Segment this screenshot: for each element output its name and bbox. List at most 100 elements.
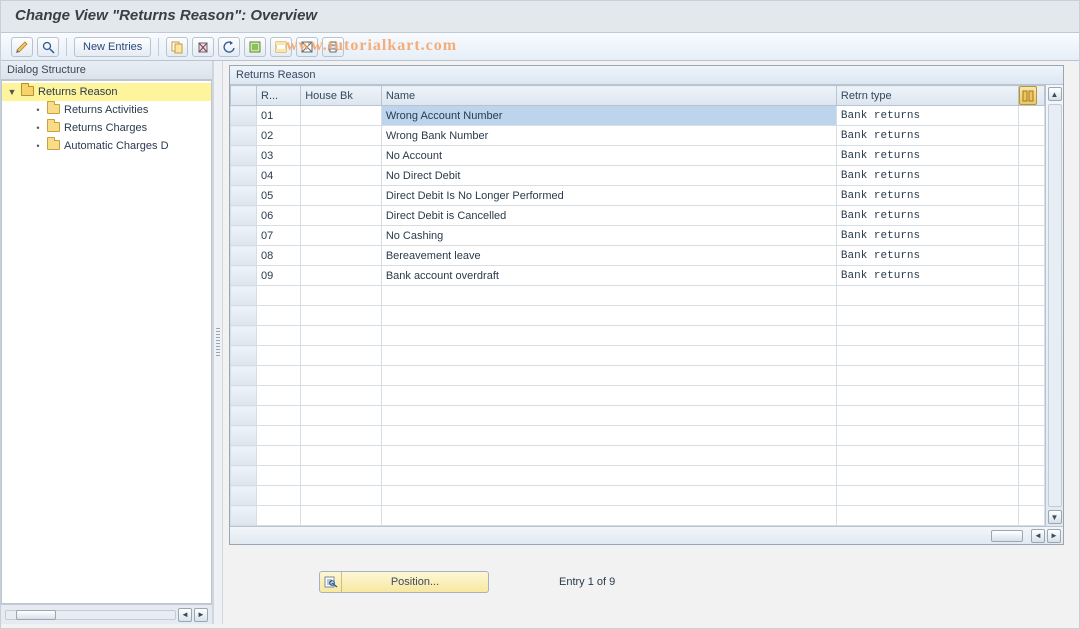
cell-retrn-type[interactable]: Bank returns	[836, 106, 1018, 126]
select-block-button[interactable]	[270, 37, 292, 57]
cell-house-bk[interactable]	[301, 406, 382, 426]
cell-r[interactable]: 08	[257, 246, 301, 266]
row-selector-cell[interactable]	[231, 506, 257, 526]
cell-name[interactable]: Bank account overdraft	[381, 266, 836, 286]
cell-house-bk[interactable]	[301, 146, 382, 166]
cell-r[interactable]: 05	[257, 186, 301, 206]
cell-name[interactable]: Direct Debit is Cancelled	[381, 206, 836, 226]
cell-name[interactable]	[381, 406, 836, 426]
col-r-header[interactable]: R...	[257, 86, 301, 106]
cell-retrn-type[interactable]	[836, 506, 1018, 526]
cell-house-bk[interactable]	[301, 486, 382, 506]
horizontal-scrollbar[interactable]: ◄ ►	[230, 526, 1063, 544]
table-row[interactable]: 04No Direct DebitBank returns	[231, 166, 1045, 186]
cell-name[interactable]	[381, 326, 836, 346]
cell-house-bk[interactable]	[301, 266, 382, 286]
row-selector-cell[interactable]	[231, 366, 257, 386]
table-row[interactable]: 09Bank account overdraftBank returns	[231, 266, 1045, 286]
tree-item[interactable]: •Automatic Charges D	[2, 137, 211, 155]
cell-name[interactable]: No Cashing	[381, 226, 836, 246]
cell-retrn-type[interactable]	[836, 326, 1018, 346]
cell-retrn-type[interactable]: Bank returns	[836, 206, 1018, 226]
table-row[interactable]	[231, 406, 1045, 426]
cell-house-bk[interactable]	[301, 126, 382, 146]
cell-house-bk[interactable]	[301, 246, 382, 266]
hscroll-thumb[interactable]	[991, 530, 1023, 542]
cell-house-bk[interactable]	[301, 166, 382, 186]
configure-columns-button[interactable]	[1018, 86, 1044, 106]
table-row[interactable]	[231, 306, 1045, 326]
table-row[interactable]: 03No AccountBank returns	[231, 146, 1045, 166]
table-row[interactable]	[231, 366, 1045, 386]
toggle-display-change-button[interactable]	[11, 37, 33, 57]
cell-name[interactable]	[381, 486, 836, 506]
cell-retrn-type[interactable]: Bank returns	[836, 226, 1018, 246]
table-row[interactable]	[231, 486, 1045, 506]
scroll-up-button[interactable]: ▲	[1048, 87, 1062, 101]
undo-change-button[interactable]	[218, 37, 240, 57]
cell-retrn-type[interactable]: Bank returns	[836, 146, 1018, 166]
table-row[interactable]: 07 No CashingBank returns	[231, 226, 1045, 246]
cell-r[interactable]	[257, 286, 301, 306]
table-row[interactable]: 02 Wrong Bank NumberBank returns	[231, 126, 1045, 146]
table-row[interactable]	[231, 286, 1045, 306]
vertical-scrollbar[interactable]: ▲ ▼	[1045, 85, 1063, 526]
cell-retrn-type[interactable]	[836, 406, 1018, 426]
col-retrn-type-header[interactable]: Retrn type	[836, 86, 1018, 106]
row-selector-cell[interactable]	[231, 386, 257, 406]
cell-house-bk[interactable]	[301, 346, 382, 366]
row-selector-cell[interactable]	[231, 166, 257, 186]
cell-r[interactable]	[257, 466, 301, 486]
cell-name[interactable]	[381, 346, 836, 366]
cell-house-bk[interactable]	[301, 286, 382, 306]
cell-r[interactable]: 07	[257, 226, 301, 246]
cell-name[interactable]: Bereavement leave	[381, 246, 836, 266]
cell-retrn-type[interactable]	[836, 426, 1018, 446]
cell-name[interactable]: Direct Debit Is No Longer Performed	[381, 186, 836, 206]
row-selector-cell[interactable]	[231, 426, 257, 446]
cell-house-bk[interactable]	[301, 386, 382, 406]
col-house-bk-header[interactable]: House Bk	[301, 86, 382, 106]
row-selector-cell[interactable]	[231, 326, 257, 346]
row-selector-cell[interactable]	[231, 486, 257, 506]
tree-item[interactable]: ▼Returns Reason	[2, 83, 211, 101]
table-row[interactable]	[231, 466, 1045, 486]
cell-name[interactable]: No Direct Debit	[381, 166, 836, 186]
table-row[interactable]	[231, 326, 1045, 346]
table-row[interactable]	[231, 346, 1045, 366]
cell-r[interactable]	[257, 426, 301, 446]
cell-retrn-type[interactable]	[836, 486, 1018, 506]
cell-r[interactable]: 04	[257, 166, 301, 186]
cell-name[interactable]	[381, 286, 836, 306]
table-row[interactable]: 06Direct Debit is CancelledBank returns	[231, 206, 1045, 226]
row-selector-cell[interactable]	[231, 306, 257, 326]
new-entries-button[interactable]: New Entries	[74, 37, 151, 57]
cell-name[interactable]	[381, 466, 836, 486]
cell-r[interactable]: 09	[257, 266, 301, 286]
find-button[interactable]	[37, 37, 59, 57]
row-selector-cell[interactable]	[231, 106, 257, 126]
cell-r[interactable]: 02	[257, 126, 301, 146]
scroll-left-button[interactable]: ◄	[1031, 529, 1045, 543]
tree-collapse-icon[interactable]: ▼	[6, 87, 18, 97]
cell-name[interactable]: Wrong Bank Number	[381, 126, 836, 146]
row-selector-cell[interactable]	[231, 246, 257, 266]
cell-house-bk[interactable]	[301, 226, 382, 246]
cell-retrn-type[interactable]	[836, 306, 1018, 326]
cell-retrn-type[interactable]	[836, 386, 1018, 406]
cell-name[interactable]	[381, 306, 836, 326]
scroll-track[interactable]	[1048, 104, 1062, 507]
row-selector-cell[interactable]	[231, 266, 257, 286]
row-selector-cell[interactable]	[231, 226, 257, 246]
cell-house-bk[interactable]	[301, 206, 382, 226]
table-row[interactable]	[231, 506, 1045, 526]
cell-house-bk[interactable]	[301, 106, 382, 126]
cell-r[interactable]	[257, 326, 301, 346]
scroll-left-button[interactable]: ◄	[178, 608, 192, 622]
cell-name[interactable]	[381, 366, 836, 386]
cell-retrn-type[interactable]: Bank returns	[836, 126, 1018, 146]
cell-house-bk[interactable]	[301, 506, 382, 526]
cell-r[interactable]	[257, 446, 301, 466]
cell-house-bk[interactable]	[301, 186, 382, 206]
cell-r[interactable]	[257, 306, 301, 326]
